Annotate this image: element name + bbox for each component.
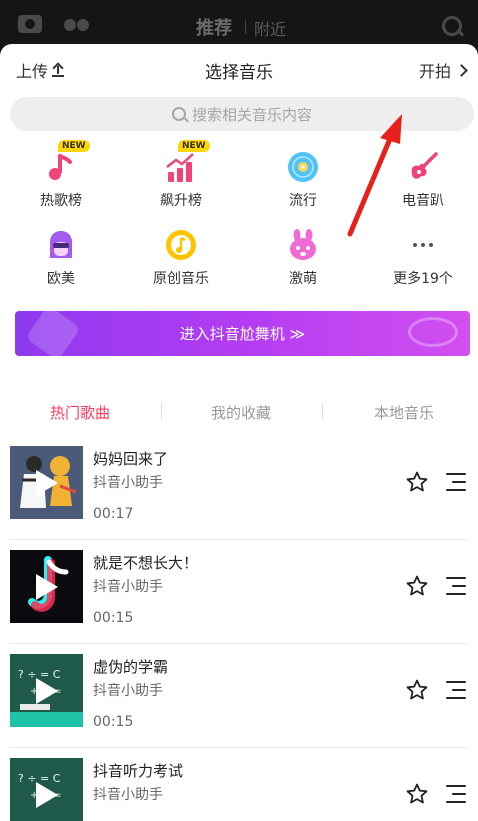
- cute-bunny-icon: [286, 228, 320, 262]
- song-artist: 抖音小助手: [93, 475, 163, 491]
- tab-recommend[interactable]: 推荐: [196, 14, 232, 40]
- song-duration: 00:17: [93, 506, 134, 522]
- tab-divider: [322, 403, 323, 419]
- music-tabs: 热门歌曲 我的收藏 本地音乐: [0, 394, 478, 428]
- song-duration: 00:15: [93, 714, 134, 730]
- tab-local-music[interactable]: 本地音乐: [324, 402, 478, 423]
- song-row[interactable]: ? ÷ = C + ✕ = 虚伪的学霸 抖音小助手 00:15: [0, 644, 478, 748]
- dance-machine-banner[interactable]: 进入抖音尬舞机 ≫: [15, 311, 470, 356]
- chevron-right-icon: [455, 63, 468, 77]
- song-row[interactable]: 就是不想长大！ 抖音小助手 00:15: [0, 540, 478, 644]
- playlist-menu-icon[interactable]: [446, 784, 468, 804]
- song-artist: 抖音小助手: [93, 787, 163, 803]
- category-label: 更多19个: [393, 271, 453, 287]
- category-rising[interactable]: NEW 飙升榜: [126, 140, 236, 210]
- song-title: 抖音听力考试: [93, 762, 184, 780]
- sheet-header: 上传 选择音乐 开拍: [0, 44, 478, 92]
- category-hot-songs[interactable]: NEW 热歌榜: [6, 140, 116, 210]
- start-shoot-button[interactable]: 开拍: [418, 58, 468, 82]
- play-icon[interactable]: [36, 678, 58, 704]
- category-label: 原创音乐: [153, 271, 209, 287]
- tab-nearby[interactable]: 附近: [254, 16, 286, 40]
- play-icon[interactable]: [36, 470, 58, 496]
- star-icon[interactable]: [405, 574, 429, 598]
- new-badge: NEW: [58, 140, 90, 152]
- star-icon[interactable]: [405, 470, 429, 494]
- star-icon[interactable]: [405, 782, 429, 806]
- electric-guitar-icon: [406, 150, 440, 184]
- song-title: 妈妈回来了: [93, 450, 169, 468]
- play-icon[interactable]: [36, 574, 58, 600]
- more-dots-icon: [406, 228, 440, 262]
- live-dots-icon[interactable]: [64, 19, 90, 31]
- song-title: 虚伪的学霸: [93, 658, 169, 676]
- annotation-arrow-icon: [347, 114, 402, 237]
- tab-divider: [245, 20, 246, 34]
- play-icon[interactable]: [36, 782, 58, 808]
- song-row[interactable]: ? ÷ = C + ✕ = 抖音听力考试 抖音小助手: [0, 748, 478, 821]
- song-cover[interactable]: [10, 446, 83, 519]
- song-cover[interactable]: ? ÷ = C + ✕ =: [10, 758, 83, 821]
- camera-icon[interactable]: [18, 15, 42, 33]
- category-original[interactable]: 原创音乐: [126, 228, 236, 288]
- page-title: 选择音乐: [205, 63, 273, 83]
- vinyl-disc-icon: [286, 150, 320, 184]
- star-icon[interactable]: [405, 678, 429, 702]
- playlist-menu-icon[interactable]: [446, 576, 468, 596]
- record-note-icon: [164, 228, 198, 262]
- category-western[interactable]: 欧美: [6, 228, 116, 288]
- new-badge: NEW: [178, 140, 210, 152]
- song-artist: 抖音小助手: [93, 579, 163, 595]
- music-select-sheet: 上传 选择音乐 开拍 搜索相关音乐内容 NEW 热歌榜 NEW 飙升榜 流行 电…: [0, 44, 478, 821]
- song-artist: 抖音小助手: [93, 683, 163, 699]
- search-placeholder: 搜索相关音乐内容: [191, 105, 312, 124]
- playlist-menu-icon[interactable]: [446, 472, 468, 492]
- category-label: 飙升榜: [160, 193, 202, 209]
- trending-chart-icon: NEW: [164, 140, 210, 184]
- song-duration: 00:15: [93, 610, 134, 626]
- banner-decoration: [408, 317, 458, 347]
- song-title: 就是不想长大！: [93, 554, 199, 572]
- tab-hot-songs[interactable]: 热门歌曲: [0, 402, 160, 423]
- start-label: 开拍: [418, 62, 451, 81]
- banner-label: 进入抖音尬舞机 ≫: [179, 325, 306, 343]
- sunglasses-face-icon: [44, 228, 78, 262]
- category-label: 激萌: [289, 271, 317, 287]
- song-cover[interactable]: ? ÷ = C + ✕ =: [10, 654, 83, 727]
- search-icon: [171, 107, 186, 121]
- category-label: 欧美: [47, 271, 75, 287]
- banner-decoration: [25, 311, 81, 356]
- search-icon[interactable]: [442, 16, 462, 36]
- tab-favorites[interactable]: 我的收藏: [161, 402, 321, 423]
- music-note-icon: NEW: [44, 140, 90, 184]
- category-label: 热歌榜: [40, 193, 82, 209]
- song-row[interactable]: 妈妈回来了 抖音小助手 00:17: [0, 436, 478, 540]
- playlist-menu-icon[interactable]: [446, 680, 468, 700]
- song-cover[interactable]: [10, 550, 83, 623]
